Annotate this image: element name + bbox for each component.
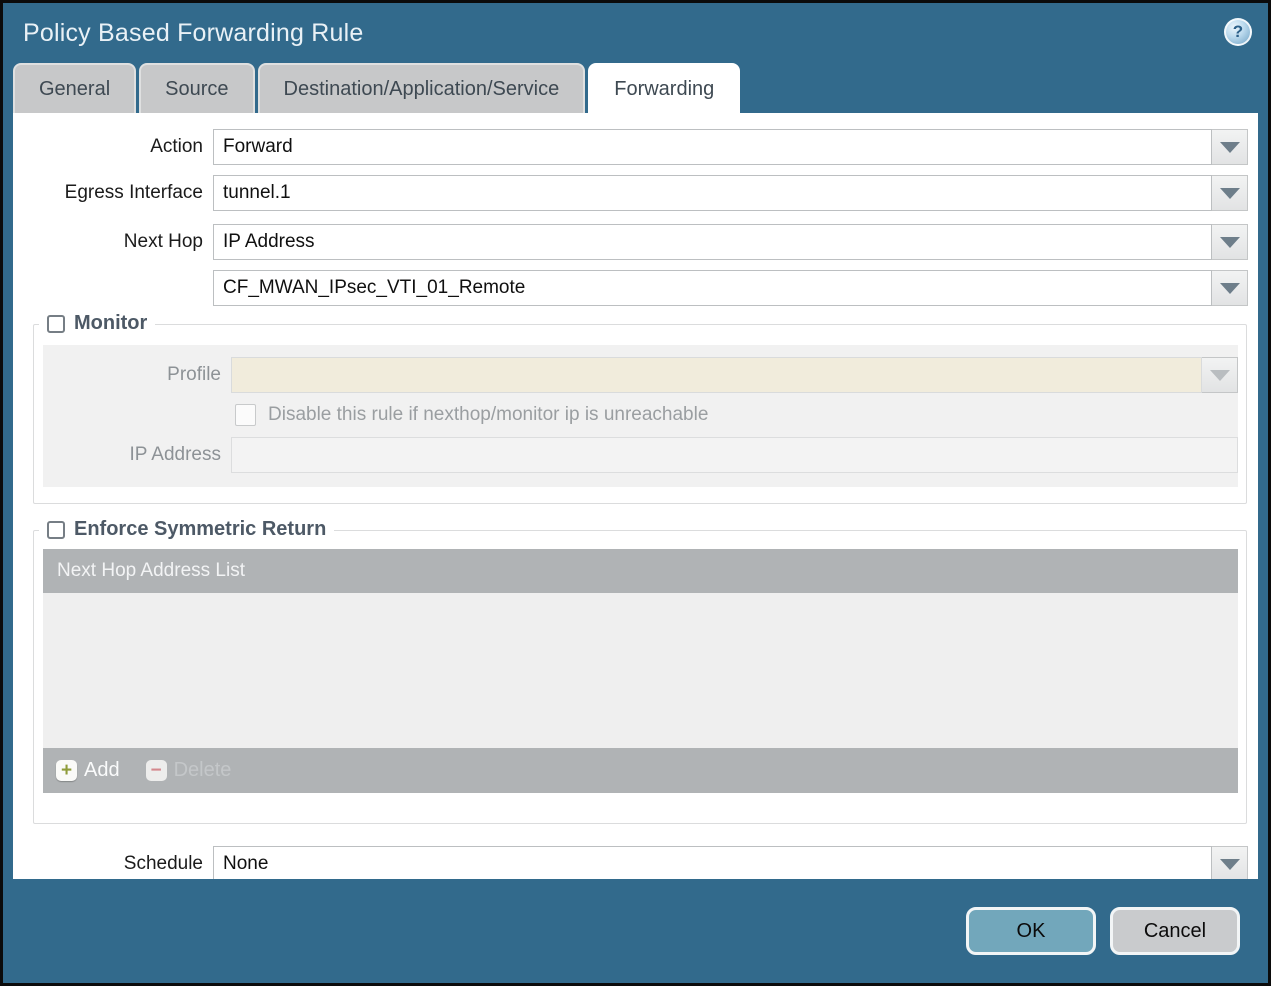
add-button[interactable]: + Add bbox=[56, 759, 120, 782]
schedule-row: Schedule None bbox=[13, 846, 1248, 879]
chevron-down-icon bbox=[1219, 858, 1240, 870]
disable-rule-label: Disable this rule if nexthop/monitor ip … bbox=[268, 404, 709, 425]
next-hop-address-list-toolbar: + Add − Delete bbox=[43, 748, 1238, 793]
profile-row: Profile bbox=[43, 357, 1238, 393]
tab-general[interactable]: General bbox=[13, 63, 137, 113]
next-hop-address-list-header: Next Hop Address List bbox=[43, 549, 1238, 593]
tab-destination-application-service[interactable]: Destination/Application/Service bbox=[257, 63, 586, 113]
monitor-ip-address-input bbox=[231, 437, 1238, 473]
minus-icon: − bbox=[145, 760, 167, 781]
enforce-symmetric-return-checkbox[interactable] bbox=[47, 520, 65, 539]
tab-source[interactable]: Source bbox=[139, 63, 255, 113]
next-hop-address-input[interactable]: CF_MWAN_IPsec_VTI_01_Remote bbox=[213, 270, 1212, 306]
disable-rule-checkbox bbox=[235, 404, 256, 426]
schedule-label: Schedule bbox=[123, 853, 203, 874]
egress-interface-label: Egress Interface bbox=[64, 182, 203, 203]
action-row: Action Forward bbox=[13, 129, 1248, 165]
enforce-symmetric-return-title: Enforce Symmetric Return bbox=[74, 518, 327, 540]
chevron-down-icon bbox=[1219, 282, 1240, 294]
tab-bar: General Source Destination/Application/S… bbox=[3, 63, 1268, 113]
dialog-title: Policy Based Forwarding Rule bbox=[23, 18, 364, 47]
monitor-panel: Profile Disable this rule if nexthop/mon… bbox=[43, 345, 1238, 487]
action-label: Action bbox=[150, 136, 203, 157]
chevron-down-icon bbox=[1209, 369, 1230, 381]
next-hop-row: Next Hop IP Address bbox=[13, 224, 1248, 260]
next-hop-address-list-body[interactable] bbox=[43, 593, 1238, 748]
monitor-ip-address-row: IP Address bbox=[43, 437, 1238, 473]
egress-interface-row: Egress Interface tunnel.1 bbox=[13, 175, 1248, 211]
monitor-section-title: Monitor bbox=[74, 312, 148, 334]
delete-button: − Delete bbox=[145, 759, 231, 782]
dialog-footer: OK Cancel bbox=[3, 879, 1268, 983]
ok-button[interactable]: OK bbox=[966, 907, 1096, 955]
action-dropdown-button[interactable] bbox=[1212, 129, 1248, 165]
schedule-dropdown-button[interactable] bbox=[1212, 846, 1248, 879]
next-hop-type-input[interactable]: IP Address bbox=[213, 224, 1212, 260]
next-hop-dropdown-button[interactable] bbox=[1212, 224, 1248, 260]
help-glyph: ? bbox=[1232, 22, 1244, 41]
monitor-section: Monitor Profile Disable this rule if nex… bbox=[33, 312, 1247, 504]
chevron-down-icon bbox=[1219, 187, 1240, 199]
help-icon[interactable]: ? bbox=[1224, 18, 1252, 46]
plus-icon: + bbox=[56, 760, 77, 781]
chevron-down-icon bbox=[1219, 141, 1240, 153]
egress-interface-dropdown-button[interactable] bbox=[1212, 175, 1248, 211]
monitor-checkbox[interactable] bbox=[47, 314, 65, 333]
forwarding-tab-panel: Action Forward Egress Interface tunnel.1… bbox=[13, 113, 1258, 879]
next-hop-label: Next Hop bbox=[123, 231, 203, 252]
pbf-rule-dialog: Policy Based Forwarding Rule ? General S… bbox=[0, 0, 1271, 986]
next-hop-address-row: CF_MWAN_IPsec_VTI_01_Remote bbox=[13, 270, 1248, 306]
tab-forwarding[interactable]: Forwarding bbox=[588, 63, 741, 113]
chevron-down-icon bbox=[1219, 236, 1240, 248]
disable-rule-row: Disable this rule if nexthop/monitor ip … bbox=[235, 401, 1238, 429]
next-hop-address-list-header-label: Next Hop Address List bbox=[57, 560, 245, 581]
action-input[interactable]: Forward bbox=[213, 129, 1212, 165]
egress-interface-input[interactable]: tunnel.1 bbox=[213, 175, 1212, 211]
cancel-button[interactable]: Cancel bbox=[1110, 907, 1240, 955]
profile-dropdown-button bbox=[1202, 357, 1238, 393]
profile-input bbox=[231, 357, 1202, 393]
monitor-ip-address-label: IP Address bbox=[129, 444, 221, 465]
enforce-symmetric-return-section: Enforce Symmetric Return Next Hop Addres… bbox=[33, 518, 1247, 824]
dialog-titlebar: Policy Based Forwarding Rule ? bbox=[3, 3, 1268, 63]
profile-label: Profile bbox=[167, 364, 221, 385]
schedule-input[interactable]: None bbox=[213, 846, 1212, 879]
next-hop-address-dropdown-button[interactable] bbox=[1212, 270, 1248, 306]
next-hop-address-list-table: Next Hop Address List + Add − Delete bbox=[43, 549, 1238, 793]
